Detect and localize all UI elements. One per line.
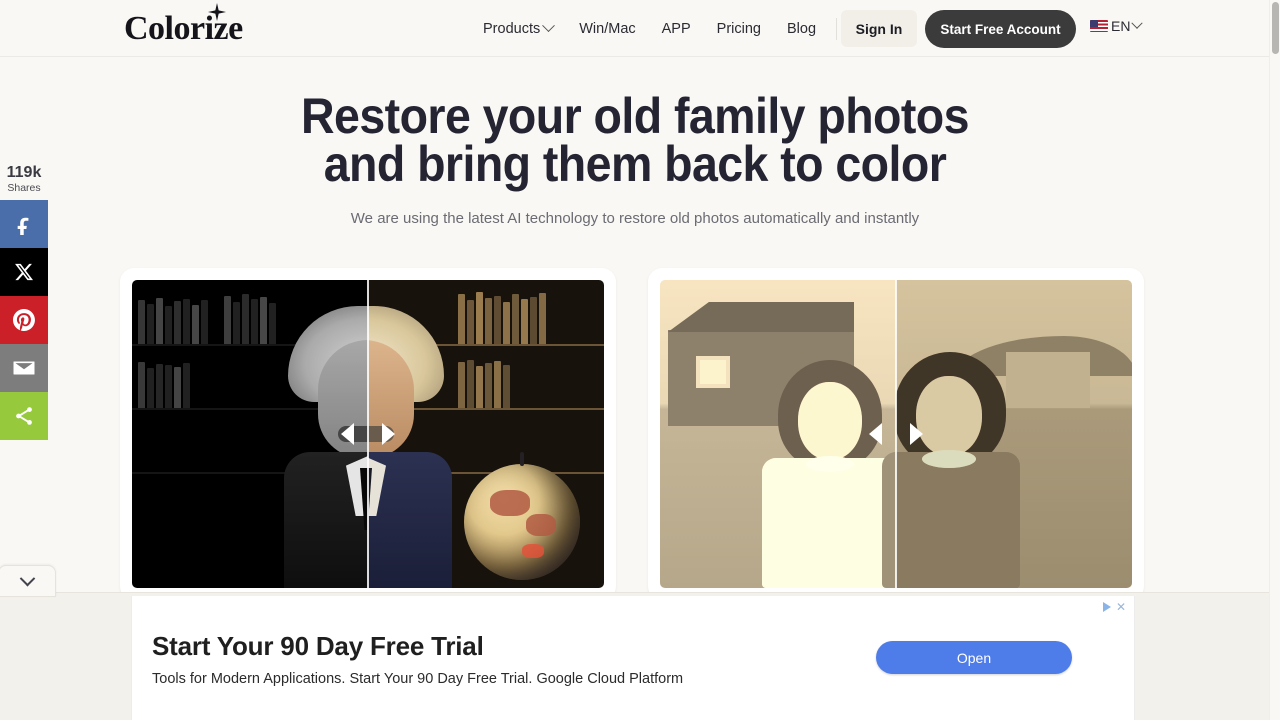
share-count: 119k Shares: [0, 163, 48, 200]
nav-item-blog[interactable]: Blog: [787, 21, 816, 37]
share-count-number: 119k: [6, 164, 42, 181]
social-share-rail: 119k Shares: [0, 163, 48, 440]
nav-label-blog: Blog: [786, 20, 817, 37]
chevron-down-icon: [542, 19, 556, 33]
ad-description: Tools for Modern Applications. Start You…: [152, 671, 684, 687]
logo[interactable]: Colorize: [124, 3, 243, 51]
ad-banner[interactable]: ✕ Start Your 90 Day Free Trial Tools for…: [131, 596, 1135, 720]
share-button-x-twitter[interactable]: [0, 248, 48, 296]
scrollbar-thumb[interactable]: [1272, 2, 1279, 54]
share-icon: [16, 407, 32, 425]
start-free-account-button[interactable]: Start Free Account: [925, 10, 1076, 48]
page-title: Restore your old family photos and bring…: [44, 91, 1225, 189]
nav-item-pricing[interactable]: Pricing: [717, 21, 761, 37]
after-image-two-girls: [896, 280, 1132, 588]
slider-handle-two-girls[interactable]: [869, 421, 923, 447]
x-twitter-icon: [15, 263, 34, 281]
hero-title-line-2: and bring them back to color: [323, 136, 947, 192]
header-divider: [836, 18, 837, 40]
after-image-einstein: [368, 280, 604, 588]
language-code: EN: [1111, 18, 1131, 34]
sparkle-icon: [208, 3, 226, 21]
slider-handle-einstein[interactable]: [341, 421, 395, 447]
ad-title: Start Your 90 Day Free Trial: [152, 631, 484, 661]
ad-open-button[interactable]: Open: [876, 641, 1072, 674]
comparison-cards: [120, 268, 1144, 600]
arrow-left-icon: [869, 423, 882, 445]
adchoices-triangle-icon[interactable]: [1102, 602, 1111, 612]
us-flag-icon: [1090, 20, 1108, 32]
share-count-label: Shares: [7, 182, 41, 194]
two-girls-before-image: [660, 280, 896, 588]
before-image-einstein: [132, 280, 368, 588]
nav-item-app[interactable]: APP: [662, 21, 691, 37]
ad-banner-region: ✕ Start Your 90 Day Free Trial Tools for…: [0, 592, 1270, 720]
nav-label-winmac: Win/Mac: [579, 20, 636, 37]
primary-nav: Products Win/Mac APP Pricing Blog: [483, 0, 816, 57]
ad-close-icon[interactable]: ✕: [1116, 601, 1126, 613]
nav-label-app: APP: [661, 20, 691, 37]
arrow-left-icon: [341, 423, 354, 445]
before-after-slider-two-girls[interactable]: [660, 280, 1132, 588]
share-button-email[interactable]: [0, 344, 48, 392]
chevron-down-icon: [19, 570, 35, 586]
arrow-right-icon: [910, 423, 923, 445]
nav-item-winmac[interactable]: Win/Mac: [579, 21, 635, 37]
two-girls-after-image: [896, 280, 1132, 588]
sign-in-button[interactable]: Sign In: [841, 10, 917, 47]
before-after-slider-einstein[interactable]: [132, 280, 604, 588]
share-button-facebook[interactable]: [0, 200, 48, 248]
einstein-before-image: [132, 280, 368, 588]
nav-label-products: Products: [483, 20, 541, 37]
chevron-down-icon: [1131, 17, 1144, 29]
share-button-more[interactable]: [0, 392, 48, 440]
ad-controls: ✕: [1102, 601, 1126, 613]
facebook-icon: [17, 217, 29, 235]
einstein-after-image: [368, 280, 604, 588]
nav-item-products[interactable]: Products: [483, 19, 556, 37]
site-header: Colorize Products Win/Mac APP Pricing Bl…: [0, 0, 1270, 57]
comparison-card-einstein[interactable]: [120, 268, 616, 600]
hero-subtitle: We are using the latest AI technology to…: [350, 210, 920, 227]
comparison-card-two-girls[interactable]: [648, 268, 1144, 600]
nav-label-pricing: Pricing: [716, 20, 761, 37]
pinterest-icon: [13, 309, 35, 331]
language-selector[interactable]: EN: [1090, 17, 1144, 34]
page-root: Colorize Products Win/Mac APP Pricing Bl…: [0, 0, 1280, 720]
arrow-right-icon: [382, 423, 395, 445]
email-icon: [13, 361, 35, 375]
page-scrollbar[interactable]: [1269, 0, 1280, 720]
share-button-pinterest[interactable]: [0, 296, 48, 344]
collapse-panel-button[interactable]: [0, 565, 56, 597]
before-image-two-girls: [660, 280, 896, 588]
